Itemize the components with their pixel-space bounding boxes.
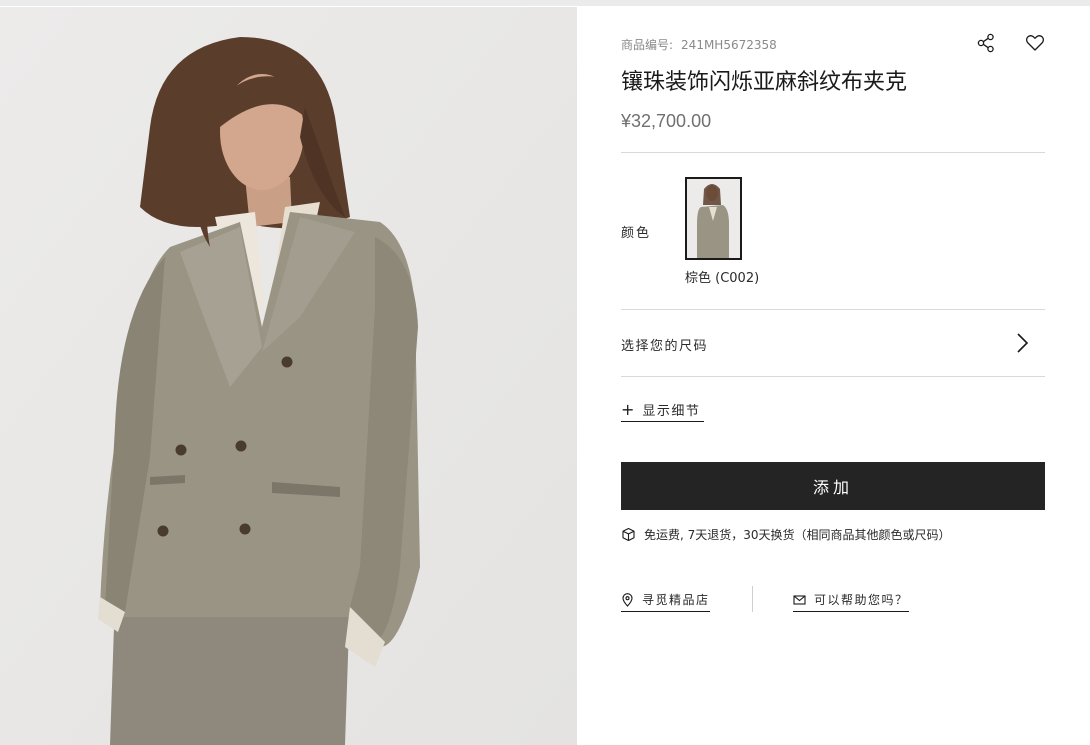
product-price: ¥32,700.00	[621, 111, 712, 131]
size-selector[interactable]: 选择您的尺码	[621, 310, 1045, 376]
divider	[621, 152, 1045, 153]
product-title: 镶珠装饰闪烁亚麻斜纹布夹克	[621, 70, 908, 95]
shipping-text: 免运费, 7天退货，30天换货（相同商品其他颜色或尺码）	[644, 528, 951, 542]
show-details-label: 显示细节	[642, 404, 701, 419]
find-store-link[interactable]: 寻觅精品店	[621, 588, 710, 612]
sku-label: 商品编号:	[621, 38, 674, 52]
show-details-link[interactable]: + 显示细节	[621, 398, 705, 422]
location-pin-icon	[622, 592, 633, 607]
swatch-name: 棕色 (C002)	[685, 271, 760, 286]
model-photo	[0, 7, 577, 745]
product-info-panel: 商品编号: 241MH5672358 镶珠装饰闪烁亚麻斜纹布夹克 ¥32,700.…	[621, 0, 1045, 745]
size-label: 选择您的尺码	[621, 339, 709, 354]
find-store-label: 寻觅精品店	[642, 593, 710, 607]
favorite-button[interactable]	[1024, 32, 1046, 54]
help-label: 可以帮助您吗？	[814, 593, 909, 607]
sku-value: 241MH5672358	[681, 38, 777, 52]
plus-icon: +	[621, 399, 635, 419]
divider	[621, 376, 1045, 377]
mail-icon	[793, 594, 806, 605]
share-icon	[977, 33, 994, 53]
color-label: 颜色	[621, 226, 652, 241]
product-image[interactable]	[0, 7, 577, 745]
link-separator	[752, 586, 753, 612]
add-to-cart-button[interactable]: 添加	[621, 462, 1045, 510]
swatch-thumbnail	[687, 179, 740, 258]
box-icon	[622, 527, 635, 542]
heart-icon	[1025, 35, 1045, 51]
sku: 商品编号: 241MH5672358	[621, 36, 785, 53]
shipping-info: 免运费, 7天退货，30天换货（相同商品其他颜色或尺码）	[621, 526, 951, 543]
share-button[interactable]	[975, 32, 997, 54]
chevron-right-icon	[1017, 333, 1029, 353]
help-link[interactable]: 可以帮助您吗？	[793, 588, 909, 612]
color-swatch[interactable]	[685, 177, 742, 260]
